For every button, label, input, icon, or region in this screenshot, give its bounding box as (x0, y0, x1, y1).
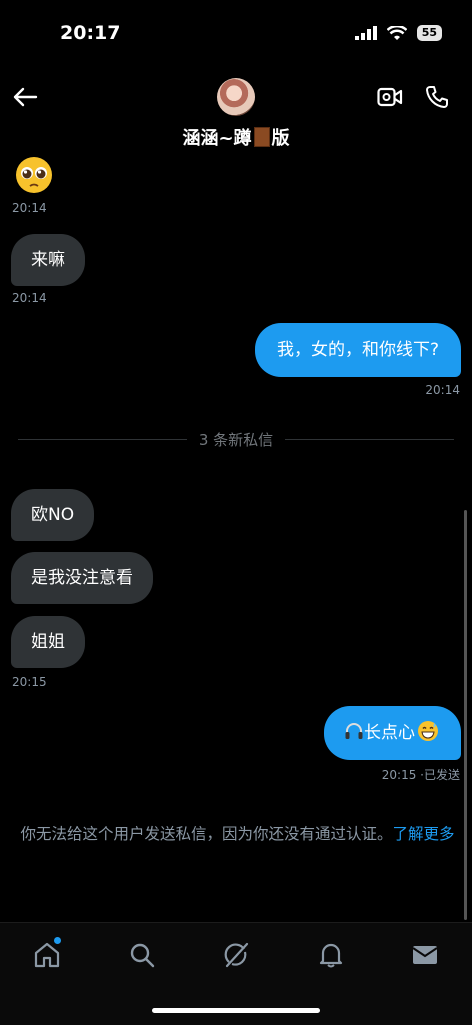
battery-indicator: 55 (416, 25, 442, 41)
new-messages-divider: 3 条新私信 (0, 429, 472, 450)
timestamp: 20:14 (12, 201, 47, 215)
message-bubble-incoming[interactable]: 姐姐 (11, 616, 85, 668)
avatar[interactable] (217, 78, 255, 116)
notification-badge (54, 937, 61, 944)
tab-notifications[interactable] (316, 940, 346, 970)
search-icon (130, 943, 155, 968)
timestamp: 20:14 (12, 291, 47, 305)
grok-icon (224, 942, 249, 968)
tab-grok[interactable] (221, 940, 251, 970)
video-camera-icon (377, 87, 403, 107)
arrow-left-icon (13, 87, 38, 107)
pleading-face-icon (16, 157, 52, 193)
door-emoji-icon (253, 127, 270, 147)
notice-text: 你无法给这个用户发送私信，因为你还没有通过认证。 (20, 825, 393, 843)
back-button[interactable] (12, 86, 38, 112)
timestamp: 20:15 (12, 675, 47, 689)
tab-home[interactable] (32, 937, 62, 970)
message-bubble-incoming[interactable]: 欧NO (11, 489, 95, 541)
home-indicator (152, 1008, 320, 1013)
learn-more-link[interactable]: 了解更多 (393, 825, 455, 843)
conversation-title[interactable]: 涵涵~蹲版 (0, 124, 472, 150)
title-suffix: 版 (271, 128, 290, 149)
wifi-icon (386, 25, 407, 40)
headphones-icon (345, 723, 363, 739)
message-bubble-outgoing[interactable]: 长点心 (324, 706, 461, 760)
message-text: 长点心 (364, 723, 415, 743)
emoji-message[interactable] (14, 156, 54, 194)
timestamp: 20:15 (381, 768, 417, 782)
message-meta: 20:15 ·已发送 (382, 766, 460, 783)
title-text: 涵涵~蹲 (182, 128, 252, 149)
signal-icon (354, 26, 377, 40)
phone-icon (426, 86, 448, 108)
grinning-sweat-icon (418, 721, 438, 741)
status-time: 20:17 (60, 22, 121, 44)
sent-status: ·已发送 (420, 768, 460, 782)
divider-label: 3 条新私信 (186, 431, 286, 449)
mail-icon (412, 946, 438, 964)
message-bubble-outgoing[interactable]: 我，女的，和你线下? (254, 323, 461, 377)
video-call-button[interactable] (377, 86, 403, 112)
timestamp: 20:14 (425, 383, 460, 397)
status-icons: 55 (354, 25, 442, 41)
message-bubble-incoming[interactable]: 是我没注意看 (11, 552, 153, 604)
bell-icon (319, 943, 343, 968)
scrollbar[interactable] (464, 510, 467, 920)
home-icon (34, 942, 60, 968)
tab-search[interactable] (127, 940, 157, 970)
message-bubble-incoming[interactable]: 来嘛 (11, 234, 85, 286)
tab-messages[interactable] (410, 940, 440, 970)
verification-notice: 你无法给这个用户发送私信，因为你还没有通过认证。了解更多 (10, 820, 465, 848)
voice-call-button[interactable] (425, 85, 449, 113)
